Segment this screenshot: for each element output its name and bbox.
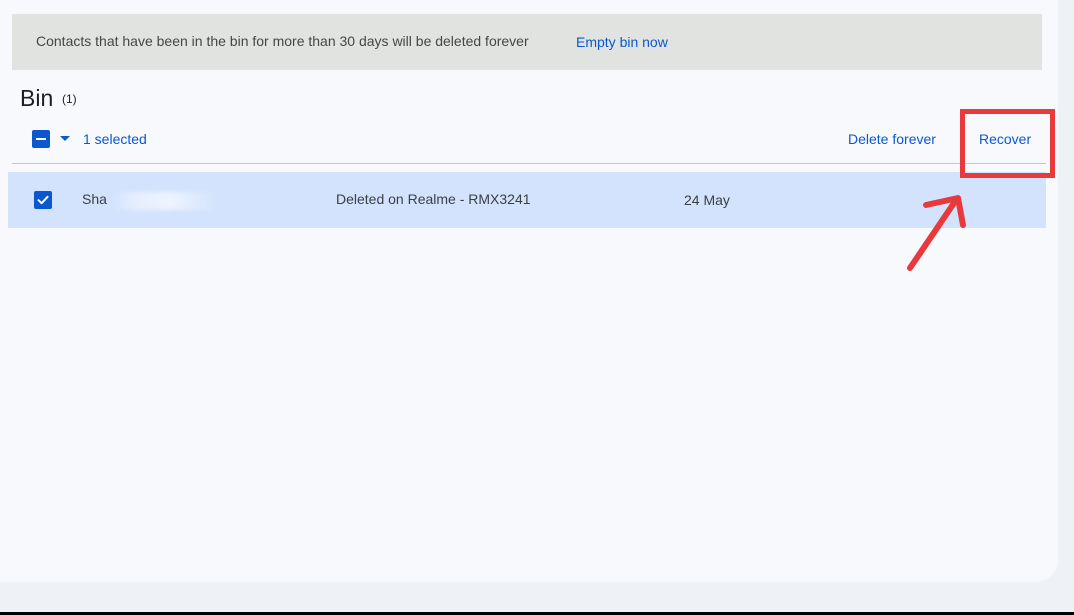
bin-count-badge: (1) <box>62 92 77 106</box>
annotation-highlight-box <box>960 109 1055 178</box>
redacted-name-blur <box>110 192 218 210</box>
table-row[interactable]: Sha Deleted on Realme - RMX3241 24 May <box>8 172 1046 228</box>
select-all-checkbox[interactable] <box>32 130 50 148</box>
row-checkbox[interactable] <box>34 191 52 209</box>
selected-count: 1 selected <box>83 131 147 147</box>
contact-deleted-source: Deleted on Realme - RMX3241 <box>336 191 531 207</box>
contact-name: Sha <box>82 191 107 207</box>
indeterminate-icon <box>36 138 46 140</box>
divider <box>12 163 1046 164</box>
info-banner: Contacts that have been in the bin for m… <box>12 14 1042 70</box>
page-title: Bin <box>20 85 54 111</box>
delete-forever-button[interactable]: Delete forever <box>848 131 936 147</box>
annotation-arrow-icon <box>907 195 966 271</box>
select-dropdown-icon[interactable] <box>60 136 70 141</box>
empty-bin-button[interactable]: Empty bin now <box>576 34 668 50</box>
banner-message: Contacts that have been in the bin for m… <box>36 33 529 49</box>
checkmark-icon <box>37 195 49 205</box>
contacts-bin-panel: Contacts that have been in the bin for m… <box>0 0 1058 582</box>
contact-deleted-date: 24 May <box>684 192 730 208</box>
